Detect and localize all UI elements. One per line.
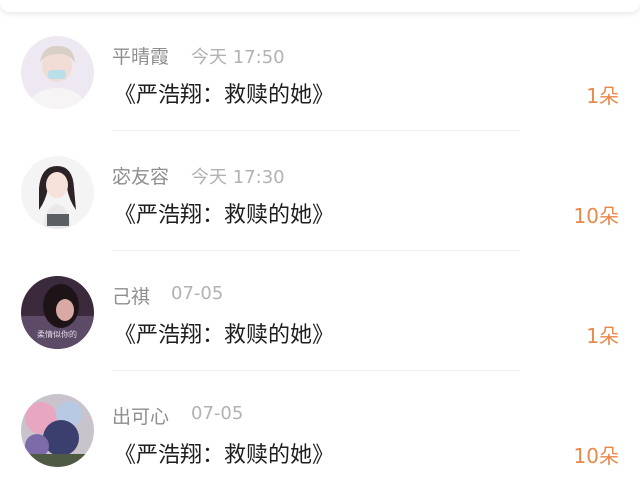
book-title[interactable]: 《严浩翔：救赎的她》 — [114, 77, 334, 109]
timestamp: 07-05 — [191, 403, 244, 424]
sender-name: 出可心 — [112, 406, 170, 428]
gift-message-list: 平晴霞 今天 17:50 《严浩翔：救赎的她》 1朵 宓友容 今天 17:30 … — [0, 0, 640, 490]
sender-name: 宓友容 — [112, 166, 170, 188]
flower-count: 1朵 — [586, 324, 619, 348]
list-item[interactable]: 宓友容 今天 17:30 《严浩翔：救赎的她》 10朵 — [0, 120, 640, 251]
avatar[interactable]: 柔情似你的 — [21, 276, 94, 349]
avatar-image-icon: 柔情似你的 — [21, 276, 94, 349]
avatar[interactable] — [21, 36, 94, 109]
avatar-image-icon — [21, 394, 94, 467]
flower-count: 10朵 — [573, 444, 619, 468]
book-title[interactable]: 《严浩翔：救赎的她》 — [114, 437, 334, 469]
avatar-image-icon — [21, 36, 94, 109]
sender-name: 己祺 — [112, 286, 151, 308]
avatar[interactable] — [21, 156, 94, 229]
flower-count: 1朵 — [586, 84, 619, 108]
timestamp: 今天 17:30 — [191, 167, 285, 188]
timestamp: 今天 17:50 — [191, 47, 285, 68]
avatar-watermark: 柔情似你的 — [37, 329, 77, 339]
book-title[interactable]: 《严浩翔：救赎的她》 — [114, 197, 334, 229]
sender-name: 平晴霞 — [112, 46, 170, 68]
timestamp: 07-05 — [171, 283, 224, 304]
avatar-image-icon — [21, 156, 94, 229]
list-item[interactable]: 柔情似你的 己祺 07-05 《严浩翔：救赎的她》 1朵 — [0, 240, 640, 371]
avatar[interactable] — [21, 394, 94, 467]
flower-count: 10朵 — [573, 204, 619, 228]
list-item[interactable]: 出可心 07-05 《严浩翔：救赎的她》 10朵 — [0, 360, 640, 480]
book-title[interactable]: 《严浩翔：救赎的她》 — [114, 317, 334, 349]
list-item[interactable]: 平晴霞 今天 17:50 《严浩翔：救赎的她》 1朵 — [0, 0, 640, 131]
